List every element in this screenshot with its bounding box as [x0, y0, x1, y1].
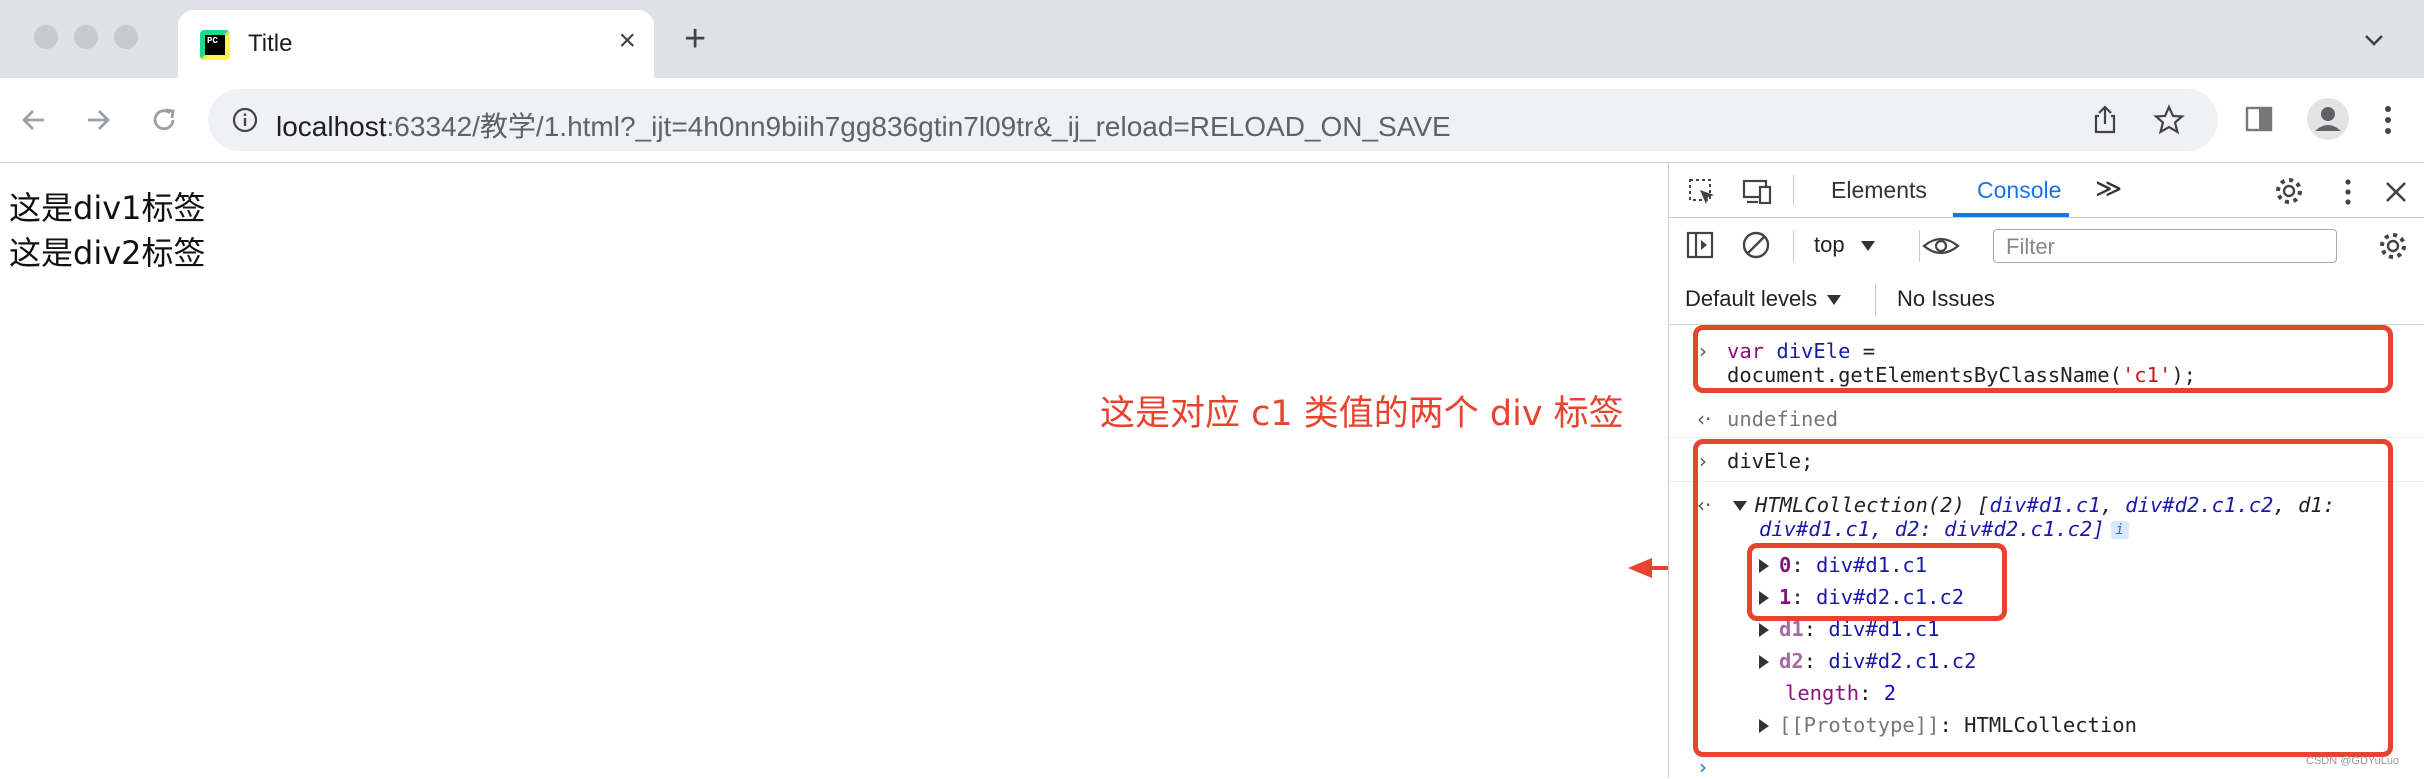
settings-gear-icon[interactable]: [2273, 175, 2305, 207]
more-tabs-icon[interactable]: ≫: [2095, 173, 2122, 204]
share-icon[interactable]: [2088, 103, 2122, 137]
site-info-icon[interactable]: [232, 107, 258, 133]
console-levels-bar: Default levels No Issues: [1669, 274, 2424, 325]
url-text[interactable]: localhost:63342/教学/1.html?_ijt=4h0nn9bii…: [276, 105, 1451, 145]
bookmark-star-icon[interactable]: [2152, 103, 2186, 137]
divider: [1669, 437, 2424, 438]
highlight-box-items: [1747, 543, 2007, 621]
tab-close-icon[interactable]: ×: [618, 26, 636, 56]
divider: [1919, 230, 1920, 262]
inspect-element-icon[interactable]: [1687, 177, 1717, 207]
tab-console[interactable]: Console: [1977, 177, 2061, 204]
devtools-tabbar: Elements Console ≫: [1669, 163, 2424, 218]
device-toolbar-icon[interactable]: [1741, 177, 1773, 207]
console-result: undefined: [1727, 407, 1839, 431]
div2-text: 这是div2标签: [9, 234, 206, 272]
highlight-box-command: [1693, 325, 2393, 393]
tab-elements[interactable]: Elements: [1831, 177, 1927, 204]
window-minimize-light[interactable]: [74, 25, 98, 49]
sidebar-toggle-icon[interactable]: [1685, 230, 1715, 260]
annotation-label: 这是对应 c1 类值的两个 div 标签: [1100, 394, 1624, 434]
log-levels-select[interactable]: Default levels: [1685, 286, 1849, 312]
watermark: CSDN @GDYuLuo: [2306, 755, 2400, 767]
browser-tab[interactable]: PC Title ×: [178, 10, 654, 78]
div1-text: 这是div1标签: [9, 189, 206, 227]
console-output: › var divEle = document.getElementsByCla…: [1669, 325, 2424, 779]
console-settings-gear-icon[interactable]: [2377, 230, 2409, 262]
browser-toolbar: localhost:63342/教学/1.html?_ijt=4h0nn9bii…: [0, 78, 2424, 163]
address-bar[interactable]: localhost:63342/教学/1.html?_ijt=4h0nn9bii…: [208, 89, 2218, 151]
filter-input[interactable]: Filter: [1993, 229, 2337, 263]
pycharm-favicon-icon: PC: [200, 30, 230, 60]
back-arrow-icon[interactable]: [16, 102, 52, 138]
console-toolbar: top Filter: [1669, 218, 2424, 274]
divider: [1875, 284, 1876, 316]
divider: [1793, 175, 1794, 205]
tab-search-chevron-icon[interactable]: [2360, 26, 2388, 54]
browser-menu-icon[interactable]: [2378, 102, 2398, 138]
clear-console-icon[interactable]: [1741, 230, 1771, 260]
live-expression-eye-icon[interactable]: [1921, 234, 1961, 258]
tab-title: Title: [248, 30, 293, 57]
new-tab-button[interactable]: +: [684, 20, 706, 58]
input-prompt-icon: ›: [1699, 755, 1707, 779]
tab-strip: PC Title × +: [0, 0, 2424, 78]
output-prompt-icon: ‹·: [1697, 407, 1712, 431]
side-panel-icon[interactable]: [2244, 104, 2274, 134]
forward-arrow-icon[interactable]: [80, 102, 116, 138]
active-tab-indicator: [1953, 213, 2069, 217]
close-devtools-icon[interactable]: [2383, 179, 2409, 205]
window-close-light[interactable]: [34, 25, 58, 49]
dropdown-caret-icon: [1827, 295, 1842, 306]
context-select[interactable]: top: [1814, 232, 1883, 258]
dropdown-caret-icon: [1860, 241, 1875, 252]
page-viewport: 这是div1标签 这是div2标签: [0, 163, 1668, 778]
profile-avatar-icon[interactable]: [2306, 97, 2350, 141]
window-zoom-light[interactable]: [114, 25, 138, 49]
issues-counter[interactable]: No Issues: [1897, 286, 1995, 312]
reload-icon[interactable]: [146, 102, 182, 138]
devtools-panel: Elements Console ≫ top Filter Default le…: [1668, 163, 2424, 779]
divider: [1793, 230, 1794, 262]
devtools-menu-icon[interactable]: [2341, 177, 2355, 207]
